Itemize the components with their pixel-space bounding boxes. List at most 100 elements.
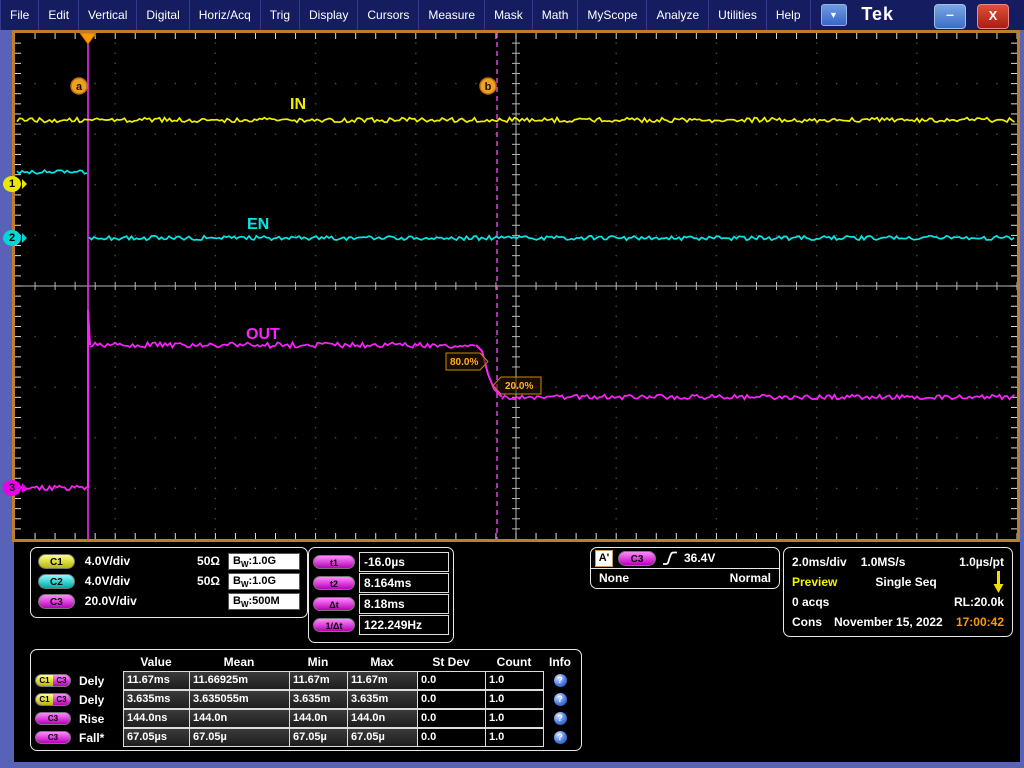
measurement-info-cell: ?: [543, 693, 577, 706]
info-icon[interactable]: ?: [554, 731, 567, 744]
channel-marker-3[interactable]: 3: [3, 480, 21, 496]
ref-level-tag-text: 80.0%: [450, 357, 478, 368]
trigger-a-badge[interactable]: A': [595, 550, 613, 567]
measurement-cell: 67.05µ: [189, 728, 290, 747]
measurement-cell: 144.0ns: [123, 709, 190, 728]
ref-level-tag-text: 20.0%: [505, 381, 533, 392]
measurement-cell: 11.66925m: [189, 671, 290, 690]
channel-marker-2[interactable]: 2: [3, 230, 21, 246]
menu-item-myscope[interactable]: MyScope: [578, 0, 647, 30]
cursor-bubble-glyph: a: [76, 81, 83, 93]
trigger-holdoff: None: [599, 571, 629, 585]
date-text: November 15, 2022: [834, 615, 943, 629]
channel-scale: 4.0V/div: [85, 554, 174, 568]
trace-label-in: IN: [290, 96, 306, 113]
datetime-row: Cons November 15, 2022 17:00:42: [792, 612, 1004, 632]
measurement-cell: 67.05µ: [289, 728, 348, 747]
trigger-source-pill[interactable]: C3: [618, 551, 656, 566]
measurement-cell: 67.05µ: [347, 728, 418, 747]
acq-count-row: 0 acqs RL:20.0k: [792, 592, 1004, 612]
cursor-value: 8.18ms: [359, 594, 449, 614]
menu-item-analyze[interactable]: Analyze: [647, 0, 709, 30]
acq-count: 0 acqs: [792, 595, 829, 609]
channel-bandwidth: BW:500M: [228, 593, 300, 610]
measurement-info-cell: ?: [543, 731, 577, 744]
menu-item-edit[interactable]: Edit: [39, 0, 79, 30]
measurement-source-badge[interactable]: C3: [35, 731, 71, 744]
cursor-bubble-glyph: b: [485, 81, 492, 93]
channel-settings-panel: C1 4.0V/div50Ω BW:1.0GC24.0V/div50ΩBW:1.0G…: [30, 547, 308, 618]
cons-label: Cons: [792, 615, 822, 629]
close-button[interactable]: X: [977, 4, 1009, 29]
cursor-row-0: t1-16.0µs: [313, 551, 449, 572]
channel-marker-arrow-2: [22, 233, 32, 243]
measurement-source-badge[interactable]: C3: [35, 712, 71, 725]
measurement-source-badge[interactable]: C1C3: [35, 693, 71, 706]
source-c1: C1: [36, 694, 53, 705]
trigger-source-row: A' C3 36.4V: [591, 548, 779, 569]
measurement-row-source: C3Fall*: [35, 731, 123, 745]
record-length: RL:20.0k: [954, 595, 1004, 609]
channel-pill-c1[interactable]: C1: [38, 554, 75, 569]
minimize-button[interactable]: –: [934, 4, 966, 29]
menu-item-math[interactable]: Math: [533, 0, 579, 30]
menu-item-cursors[interactable]: Cursors: [358, 0, 419, 30]
menu-item-horizacq[interactable]: Horiz/Acq: [190, 0, 261, 30]
channel-pill-c2[interactable]: C2: [38, 574, 75, 589]
menu-item-mask[interactable]: Mask: [485, 0, 533, 30]
horizontal-acq-panel: 2.0ms/div 1.0MS/s 1.0µs/pt Preview Singl…: [783, 547, 1013, 637]
channel-termination: 50Ω: [174, 574, 220, 588]
meas-header-value: Value: [123, 655, 189, 669]
measurement-cell: 3.635m: [289, 690, 348, 709]
waveform-display[interactable]: INENOUT80.0%20.0%ab: [15, 33, 1017, 539]
meas-header-info: Info: [543, 655, 577, 669]
timebase-scale: 2.0ms/div: [792, 555, 847, 569]
cursor-label-pill: 1/Δt: [313, 618, 355, 632]
cursor-row-1: t28.164ms: [313, 572, 449, 593]
menu-item-trig[interactable]: Trig: [261, 0, 300, 30]
channel-marker-1[interactable]: 1: [3, 176, 21, 192]
menu-item-measure[interactable]: Measure: [419, 0, 485, 30]
trigger-readout-panel: A' C3 36.4V None Normal: [590, 547, 780, 589]
channel-pill-c3[interactable]: C3: [38, 594, 75, 609]
measurement-cell: 144.0n: [347, 709, 418, 728]
time-text: 17:00:42: [956, 615, 1004, 629]
info-icon[interactable]: ?: [554, 712, 567, 725]
menu-item-help[interactable]: Help: [767, 0, 811, 30]
source-c3: C3: [53, 675, 70, 686]
trigger-mode: Normal: [730, 571, 771, 585]
menu-dropdown-button[interactable]: ▼: [821, 4, 847, 26]
info-icon[interactable]: ?: [554, 693, 567, 706]
measurement-cell: 0.0: [417, 728, 486, 747]
rising-edge-icon: [662, 550, 678, 567]
measurement-source-badge[interactable]: C1C3: [35, 674, 71, 687]
meas-header-min: Min: [289, 655, 347, 669]
meas-header-mean: Mean: [189, 655, 289, 669]
trigger-position-icon[interactable]: [80, 33, 96, 44]
menu-item-utilities[interactable]: Utilities: [709, 0, 767, 30]
source-c3: C3: [36, 732, 70, 743]
menu-item-digital[interactable]: Digital: [137, 0, 189, 30]
channel-bandwidth: BW:1.0G: [228, 553, 300, 570]
menu-item-vertical[interactable]: Vertical: [79, 0, 137, 30]
info-icon[interactable]: ?: [554, 674, 567, 687]
cursor-label-pill: Δt: [313, 597, 355, 611]
channel-marker-arrow-1: [22, 179, 32, 189]
measurement-cell: 67.05µs: [123, 728, 190, 747]
menu-item-file[interactable]: File: [0, 0, 39, 30]
cursor-row-2: Δt 8.18ms: [313, 593, 449, 614]
channel-row-c3: C320.0V/divBW:500M: [31, 591, 307, 611]
measurement-info-cell: ?: [543, 674, 577, 687]
measurement-cell: 0.0: [417, 671, 486, 690]
cursor-row-3: 1/Δt 122.249Hz: [313, 614, 449, 635]
source-c3: C3: [36, 713, 70, 724]
tek-logo: Tek: [861, 4, 894, 25]
cursor-value: 122.249Hz: [359, 615, 449, 635]
readout-area: C1 4.0V/div50Ω BW:1.0GC24.0V/div50ΩBW:1.0G…: [14, 542, 1020, 762]
channel-row-c2: C24.0V/div50ΩBW:1.0G: [31, 571, 307, 591]
menu-item-display[interactable]: Display: [300, 0, 358, 30]
meas-header-stdev: St Dev: [417, 655, 485, 669]
measurement-name: Dely: [79, 674, 104, 688]
trigger-mode-row: None Normal: [591, 569, 779, 587]
measurement-cell: 144.0n: [289, 709, 348, 728]
